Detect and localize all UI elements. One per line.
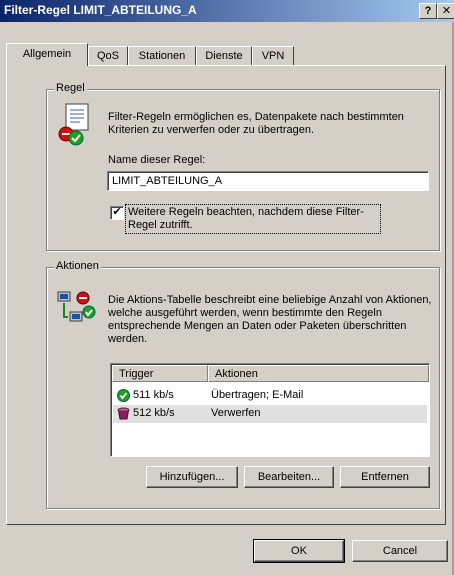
actions-description: Die Aktions-Tabelle beschreibt eine beli… bbox=[108, 294, 432, 345]
action-cell: Verwerfen bbox=[211, 407, 261, 419]
column-header-actions[interactable]: Aktionen bbox=[208, 365, 429, 382]
rule-name-label: Name dieser Regel: bbox=[108, 154, 206, 166]
help-button[interactable]: ? bbox=[419, 3, 437, 19]
tab-vpn[interactable]: VPN bbox=[252, 46, 294, 66]
tab-stationen[interactable]: Stationen bbox=[128, 46, 196, 66]
column-header-trigger[interactable]: Trigger bbox=[112, 365, 208, 382]
rule-name-input[interactable] bbox=[107, 171, 429, 191]
further-rules-label[interactable]: Weitere Regeln beachten, nachdem diese F… bbox=[125, 204, 381, 234]
title-bar[interactable]: Filter-Regel LIMIT_ABTEILUNG_A ? ✕ bbox=[0, 0, 454, 22]
actions-group-label: Aktionen bbox=[54, 260, 101, 272]
add-button[interactable]: Hinzufügen... bbox=[146, 466, 238, 488]
tab-dienste[interactable]: Dienste bbox=[196, 46, 252, 66]
trigger-cell: 511 kb/s bbox=[133, 389, 174, 401]
remove-button[interactable]: Entfernen bbox=[340, 466, 430, 488]
filter-rule-dialog: Filter-Regel LIMIT_ABTEILUNG_A ? ✕ Allge… bbox=[0, 0, 454, 575]
close-icon: ✕ bbox=[441, 5, 452, 17]
trash-bin-icon bbox=[117, 407, 130, 420]
tab-qos[interactable]: QoS bbox=[88, 46, 128, 66]
rule-description: Filter-Regeln ermöglichen es, Datenpaket… bbox=[108, 111, 404, 136]
window-title: Filter-Regel LIMIT_ABTEILUNG_A bbox=[4, 3, 197, 17]
trigger-cell: 512 kb/s bbox=[133, 407, 175, 419]
table-row[interactable]: 511 kb/s Übertragen; E-Mail bbox=[113, 387, 427, 405]
further-rules-checkbox[interactable]: ✔ bbox=[110, 206, 124, 220]
rule-group-label: Regel bbox=[54, 82, 87, 94]
close-button[interactable]: ✕ bbox=[437, 3, 454, 19]
actions-table[interactable]: Trigger Aktionen 511 kb/s Übertragen; E-… bbox=[110, 363, 430, 457]
actions-network-icon bbox=[57, 291, 96, 322]
filter-rule-icon bbox=[58, 103, 89, 146]
green-check-icon bbox=[117, 389, 130, 402]
table-row[interactable]: 512 kb/s Verwerfen bbox=[113, 405, 427, 423]
ok-button[interactable]: OK bbox=[253, 539, 345, 563]
tab-allgemein[interactable]: Allgemein bbox=[6, 43, 88, 66]
action-cell: Übertragen; E-Mail bbox=[211, 389, 304, 401]
edit-button[interactable]: Bearbeiten... bbox=[244, 466, 334, 488]
cancel-button[interactable]: Cancel bbox=[352, 540, 448, 562]
